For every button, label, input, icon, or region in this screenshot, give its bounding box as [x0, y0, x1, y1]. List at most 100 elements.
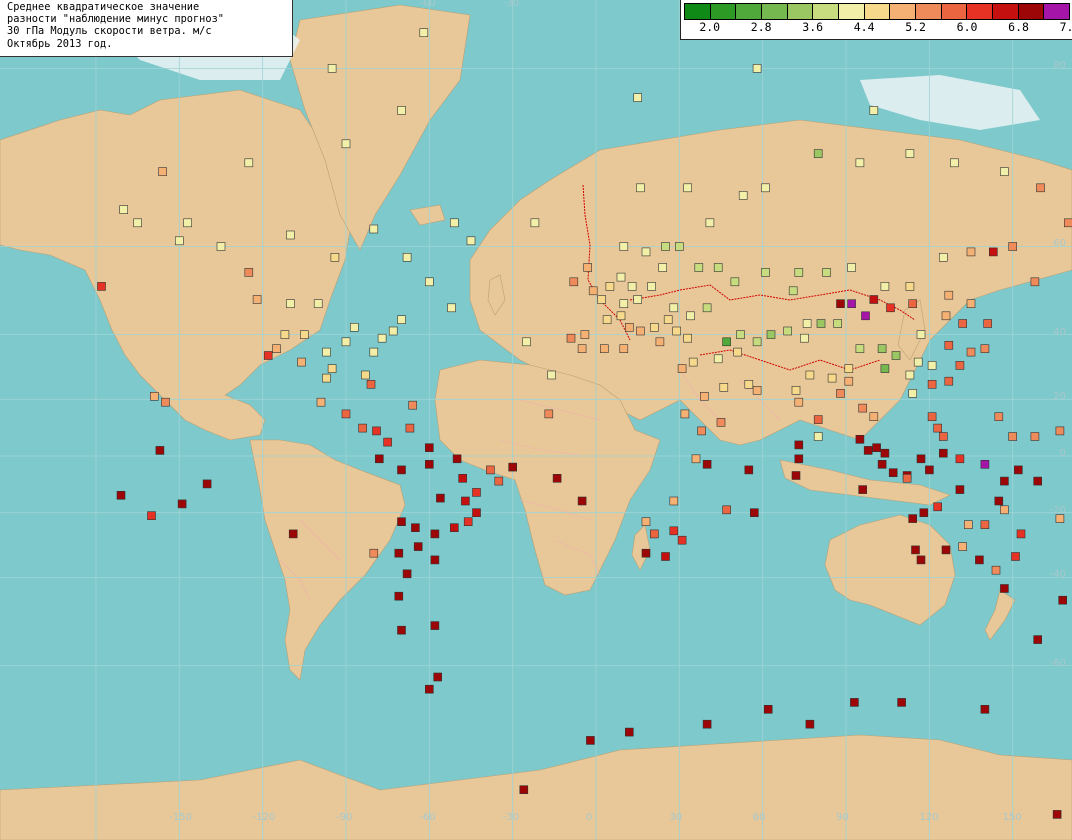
station-marker — [424, 443, 434, 453]
station-marker — [252, 295, 262, 304]
legend-swatch — [1044, 4, 1070, 19]
station-marker — [649, 529, 659, 539]
station-marker — [297, 357, 306, 367]
legend-tick-label: 4.4 — [853, 20, 875, 34]
station-marker — [624, 322, 634, 332]
station-marker — [716, 418, 726, 427]
station-marker — [580, 330, 590, 339]
station-marker — [1055, 514, 1065, 523]
station-marker — [669, 496, 679, 506]
legend-swatch — [710, 4, 737, 19]
legend-swatch — [890, 4, 917, 19]
station-marker — [913, 357, 923, 367]
station-marker — [855, 434, 865, 444]
station-marker — [472, 488, 481, 497]
station-marker — [891, 351, 901, 360]
station-marker — [794, 440, 804, 450]
station-marker — [794, 397, 804, 407]
station-marker — [383, 437, 392, 447]
station-marker — [155, 446, 165, 455]
station-marker — [1016, 529, 1026, 539]
station-marker — [983, 319, 993, 328]
station-marker — [433, 672, 443, 682]
station-marker — [619, 299, 629, 309]
station-marker — [980, 704, 990, 714]
station-marker — [816, 319, 826, 328]
station-marker — [430, 621, 440, 630]
station-marker — [1011, 552, 1020, 561]
station-marker — [908, 389, 918, 398]
station-marker — [908, 299, 918, 309]
station-marker — [202, 479, 212, 489]
station-marker — [636, 183, 645, 193]
longitude-label: 60 — [752, 812, 766, 823]
station-marker — [994, 412, 1004, 422]
station-marker — [1036, 183, 1045, 193]
color-legend: 2.0 2.8 3.6 4.4 5.2 6.0 6.8 7.6 — [680, 0, 1072, 40]
legend-tick-label: 2.0 — [699, 20, 721, 34]
station-marker — [869, 295, 879, 304]
longitude-label: -150 — [169, 812, 192, 823]
station-marker — [691, 454, 701, 464]
longitude-label: 0 — [586, 812, 593, 823]
station-marker — [847, 263, 856, 272]
station-marker — [677, 535, 687, 545]
station-marker — [341, 139, 351, 149]
station-marker — [938, 448, 948, 458]
station-marker — [405, 423, 415, 433]
station-marker — [316, 397, 326, 407]
station-marker — [980, 520, 990, 530]
station-marker — [763, 704, 773, 714]
station-marker — [569, 277, 579, 287]
legend-swatch — [941, 4, 968, 19]
station-marker — [430, 529, 440, 539]
station-marker — [813, 149, 823, 158]
station-marker — [330, 253, 340, 262]
map-title-box: Среднее квадратическое значение разности… — [0, 0, 293, 57]
station-marker — [97, 282, 106, 291]
station-marker — [633, 93, 643, 102]
station-marker — [658, 263, 668, 272]
station-marker — [661, 552, 670, 561]
station-marker — [905, 282, 915, 291]
station-marker — [447, 303, 456, 313]
station-marker — [752, 64, 762, 73]
station-marker — [397, 106, 406, 115]
latitude-label: 20 — [1053, 391, 1066, 403]
station-marker — [280, 330, 290, 339]
longitude-label: 150 — [1002, 812, 1022, 823]
world-map: -150-120-90-60-300306090120150180-60-30 … — [0, 0, 1072, 840]
station-marker — [805, 370, 815, 380]
station-marker — [733, 347, 743, 357]
station-marker — [1000, 476, 1009, 486]
station-marker — [1058, 595, 1067, 605]
station-marker — [119, 205, 128, 214]
station-marker — [722, 337, 731, 347]
station-marker — [850, 698, 859, 707]
longitude-label: -90 — [335, 812, 353, 823]
station-marker — [888, 468, 898, 478]
station-marker — [424, 277, 434, 287]
station-marker — [177, 499, 187, 509]
station-marker — [1033, 635, 1042, 644]
station-marker — [766, 330, 776, 339]
station-marker — [394, 591, 404, 601]
station-marker — [286, 299, 295, 309]
station-marker — [641, 247, 651, 257]
station-marker — [941, 311, 951, 321]
station-marker — [377, 333, 387, 343]
station-marker — [699, 391, 709, 401]
station-marker — [827, 373, 837, 383]
station-marker — [530, 218, 540, 228]
station-marker — [749, 508, 759, 518]
station-marker — [397, 517, 406, 527]
station-marker — [963, 520, 973, 530]
station-marker — [161, 397, 170, 407]
station-marker — [761, 268, 770, 277]
station-marker — [322, 373, 331, 383]
station-marker — [736, 330, 745, 339]
station-marker — [791, 385, 801, 395]
station-marker — [583, 263, 593, 272]
longitude-label: -30 — [502, 812, 519, 823]
station-marker — [911, 545, 920, 555]
